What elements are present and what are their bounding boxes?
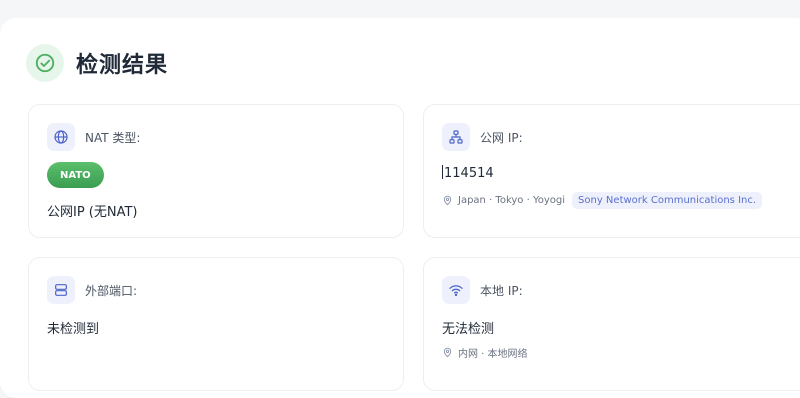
isp-tag: Sony Network Communications Inc. xyxy=(572,192,763,209)
nat-type-card: NAT 类型: NATO 公网IP (无NAT) xyxy=(28,104,404,238)
local-ip-value: 无法检测 xyxy=(442,322,495,337)
external-port-card: 外部端口: 未检测到 xyxy=(28,257,404,391)
local-ip-meta: 内网 · 本地网络 xyxy=(442,345,528,360)
external-port-value: 未检测到 xyxy=(47,322,100,337)
public-ip-meta: Japan · Tokyo · Yoyogi Sony Network Comm… xyxy=(442,192,763,209)
nat-type-header: NAT 类型: xyxy=(47,123,140,151)
location-pin-icon xyxy=(442,195,453,206)
local-ip-location: 内网 · 本地网络 xyxy=(458,349,528,360)
nat-type-value: 公网IP (无NAT) xyxy=(47,205,138,220)
server-icon xyxy=(47,276,75,304)
public-ip-header: 公网 IP: xyxy=(442,123,523,151)
wifi-icon xyxy=(442,276,470,304)
public-ip-value-row[interactable]: 114514 xyxy=(442,165,494,181)
check-circle-icon xyxy=(26,44,64,82)
external-port-header: 外部端口: xyxy=(47,276,137,304)
public-ip-value: 114514 xyxy=(444,166,494,181)
public-ip-label: 公网 IP: xyxy=(480,130,523,145)
local-ip-label: 本地 IP: xyxy=(480,283,523,298)
local-ip-header: 本地 IP: xyxy=(442,276,523,304)
network-icon xyxy=(442,123,470,151)
results-header: 检测结果 xyxy=(26,44,168,82)
nat-type-label: NAT 类型: xyxy=(85,130,141,145)
public-ip-card: 公网 IP: 114514 Japan · Tokyo · Yoyogi Son… xyxy=(423,104,800,238)
globe-icon xyxy=(47,123,75,151)
public-ip-location: Japan · Tokyo · Yoyogi xyxy=(458,195,566,206)
location-pin-icon xyxy=(442,347,453,358)
page-title: 检测结果 xyxy=(76,53,169,78)
text-cursor xyxy=(442,165,443,179)
nat-type-badge: NATO xyxy=(47,162,104,188)
external-port-label: 外部端口: xyxy=(85,283,138,298)
local-ip-card: 本地 IP: 无法检测 内网 · 本地网络 xyxy=(423,257,800,391)
